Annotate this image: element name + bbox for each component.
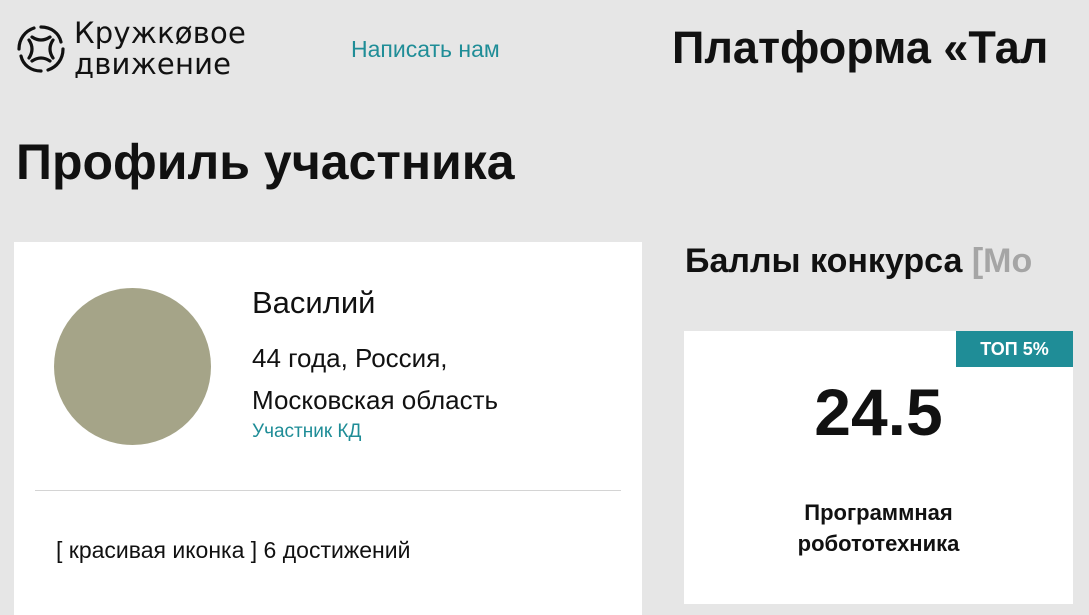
profile-card: Василий 44 года, Россия, Московская обла… — [14, 242, 642, 615]
kruzhkovoe-logo-icon — [17, 25, 65, 73]
score-category: Программная робототехника — [684, 497, 1073, 559]
logo[interactable]: Кружкøвое движение — [14, 18, 246, 80]
header: Кружкøвое движение Написать нам Платформ… — [0, 0, 1089, 110]
logo-line-1: Кружкøвое — [74, 16, 247, 50]
achievements-count[interactable]: [ красивая иконка ] 6 достижений — [56, 537, 410, 564]
logo-text: Кружкøвое движение — [74, 18, 246, 80]
user-age-country: 44 года, Россия, — [252, 343, 448, 373]
score-value: 24.5 — [814, 375, 943, 449]
scores-title-main: Баллы конкурса — [685, 242, 963, 280]
user-meta: 44 года, Россия, Московская область — [252, 337, 498, 421]
score-category-line-2: робототехника — [797, 531, 960, 556]
scores-title: Баллы конкурса [Мо — [685, 242, 1032, 281]
score-category-line-1: Программная — [804, 500, 953, 525]
top-percent-badge: ТОП 5% — [956, 331, 1073, 367]
divider — [35, 490, 621, 491]
user-name: Василий — [252, 285, 376, 320]
platform-title: Платформа «Тал — [672, 22, 1049, 73]
write-us-link[interactable]: Написать нам — [351, 36, 500, 63]
score-card[interactable]: ТОП 5% 24.5 Программная робототехника — [684, 331, 1073, 604]
avatar — [54, 288, 211, 445]
logo-line-2: движение — [74, 47, 232, 81]
user-status-link[interactable]: Участник КД — [252, 421, 361, 443]
user-region: Московская область — [252, 385, 499, 415]
scores-title-muted: [Мо — [971, 242, 1033, 280]
page-title: Профиль участника — [16, 134, 515, 190]
